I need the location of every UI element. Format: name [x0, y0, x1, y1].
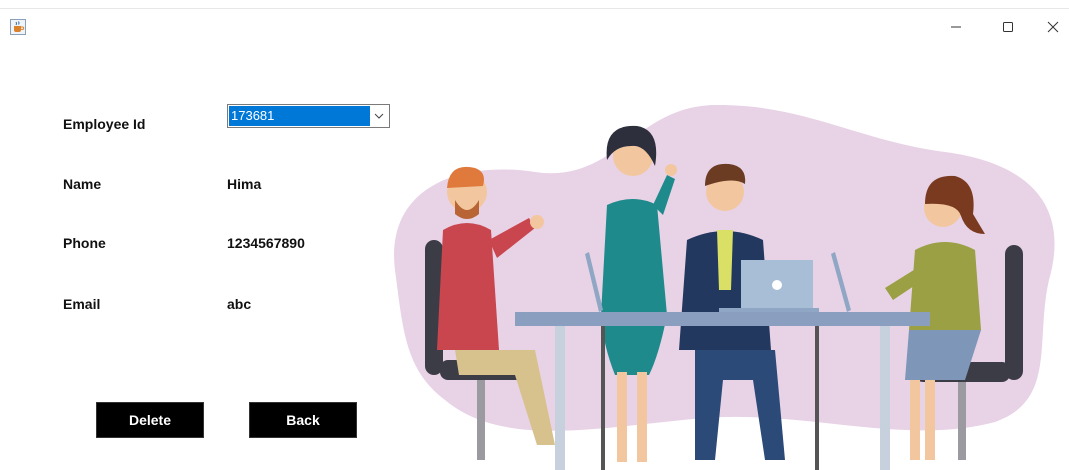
- chevron-down-icon[interactable]: [371, 109, 387, 123]
- minimize-button[interactable]: [933, 9, 979, 45]
- name-label: Name: [63, 176, 102, 192]
- team-meeting-illustration: [394, 104, 1055, 470]
- minimize-icon: [951, 26, 961, 28]
- java-cup-icon[interactable]: [10, 19, 26, 35]
- title-bar: [0, 8, 1069, 45]
- back-button[interactable]: Back: [249, 402, 357, 438]
- maximize-icon: [1003, 22, 1013, 32]
- employee-id-combobox[interactable]: 173681: [227, 104, 390, 128]
- phone-value: 1234567890: [227, 235, 305, 251]
- email-value: abc: [227, 296, 252, 312]
- phone-label: Phone: [63, 235, 106, 251]
- email-label: Email: [63, 296, 101, 312]
- name-value: Hima: [227, 176, 262, 192]
- close-button[interactable]: [1036, 9, 1069, 45]
- employee-id-selected-value[interactable]: 173681: [229, 106, 370, 126]
- close-icon: [1047, 21, 1058, 33]
- delete-button[interactable]: Delete: [96, 402, 204, 438]
- employee-id-label: Employee Id: [63, 116, 146, 132]
- maximize-button[interactable]: [985, 9, 1031, 45]
